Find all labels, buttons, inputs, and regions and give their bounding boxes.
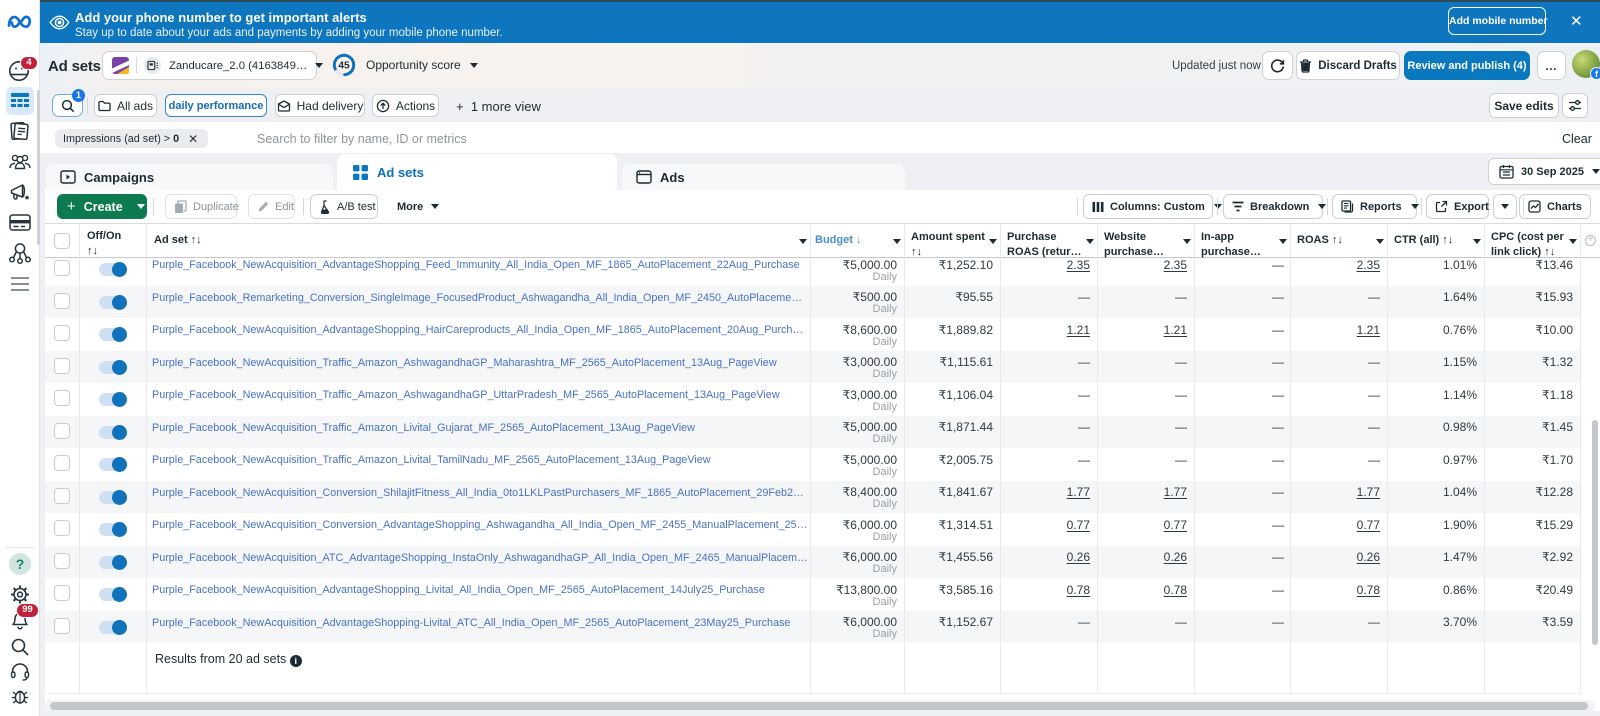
svg-text:45: 45: [338, 61, 350, 72]
